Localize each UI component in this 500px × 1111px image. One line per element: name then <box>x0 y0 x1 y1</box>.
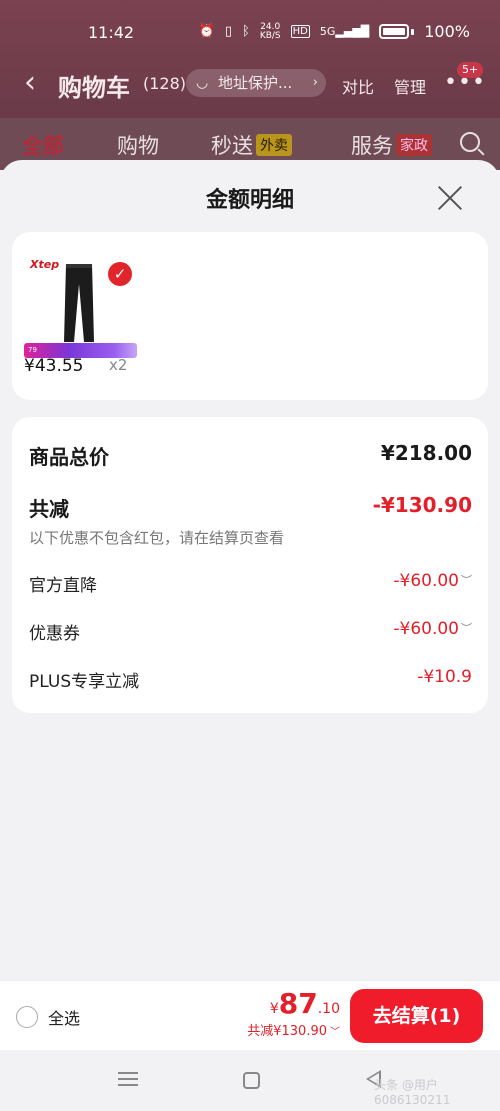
chevron-down-icon: ︶ <box>461 622 472 635</box>
select-all-radio[interactable] <box>16 1006 38 1028</box>
chevron-down-icon: ﹀ <box>330 1027 340 1038</box>
page-title: 购物车 <box>58 74 130 102</box>
tab-all[interactable]: 全部 <box>22 130 64 160</box>
status-bar: 11:42 ⏰ ▯ ᛒ 24.0 KB/S HD 5G▂▄▆█ 100% <box>0 0 500 64</box>
status-icons: ⏰ ▯ ᛒ 24.0 KB/S HD 5G▂▄▆█ 100% <box>199 22 470 41</box>
vibrate-icon: ▯ <box>224 24 232 39</box>
compare-button[interactable]: 对比 <box>342 74 374 98</box>
official-discount-label: 官方直降 <box>29 576 97 596</box>
tab-service[interactable]: 服务 家政 <box>351 130 432 160</box>
official-discount-value: -¥60.00 ︶ <box>393 571 472 591</box>
tab-service-tag: 家政 <box>396 134 432 156</box>
watermark: 头条 @用户6086130211 <box>374 1078 451 1107</box>
cart-count: (128) <box>143 74 187 93</box>
battery-tip <box>411 28 415 35</box>
home-icon[interactable] <box>243 1072 260 1089</box>
amount-detail-sheet: 金额明细 Xtep ✓ 79 ¥43.55 x2 商品总价 ¥218.00 共减… <box>0 160 500 1050</box>
tab-express[interactable]: 秒送 外卖 <box>211 130 292 160</box>
price-detail-card: 商品总价 ¥218.00 共减 -¥130.90 以下优惠不包含红包，请在结算页… <box>12 417 488 713</box>
total-label: 商品总价 <box>29 445 109 469</box>
menu-icon[interactable] <box>118 1072 138 1086</box>
sheet-title: 金额明细 <box>205 188 294 213</box>
cart-navbar: ‹ 购物车 (128) ◡ 地址保护... › 对比 管理 ••• 5+ <box>0 62 500 104</box>
select-all-label: 全选 <box>48 1009 81 1028</box>
product-card: Xtep ✓ 79 ¥43.55 x2 <box>12 232 488 400</box>
discount-label: 共减 <box>29 497 69 521</box>
status-time: 11:42 <box>88 23 135 42</box>
signal-icon: 5G▂▄▆█ <box>319 25 370 38</box>
chevron-left-icon[interactable]: ‹ <box>24 66 36 100</box>
more-badge: 5+ <box>457 62 484 78</box>
battery-icon <box>379 24 410 39</box>
address-protection-pill[interactable]: ◡ 地址保护... › <box>186 69 326 97</box>
product-price: ¥43.55 <box>24 356 84 376</box>
close-icon[interactable] <box>436 184 464 212</box>
plus-discount-label: PLUS专享立减 <box>29 672 140 692</box>
manage-button[interactable]: 管理 <box>394 74 426 98</box>
brand-logo: Xtep <box>30 258 60 271</box>
checkout-button[interactable]: 去结算(1) <box>350 989 483 1043</box>
discount-value: -¥130.90 <box>372 493 472 517</box>
total-amount: ¥87.10 <box>269 987 340 1020</box>
battery-percent: 100% <box>424 22 470 41</box>
checkout-bar: 全选 ¥87.10 共减¥130.90 ﹀ 去结算(1) <box>0 980 500 1050</box>
total-value: ¥218.00 <box>380 441 472 465</box>
search-icon[interactable] <box>460 132 480 152</box>
system-nav-bar: 头条 @用户6086130211 <box>0 1050 500 1111</box>
alarm-icon: ⏰ <box>198 24 215 39</box>
bluetooth-icon: ᛒ <box>242 24 250 39</box>
chevron-down-icon: ︶ <box>461 574 472 587</box>
hd-icon: HD <box>290 25 310 38</box>
select-all-toggle[interactable]: 全选 <box>16 1005 80 1029</box>
discount-note-text: 以下优惠不包含红包，请在结算页查看 <box>29 529 285 547</box>
smile-icon: ◡ <box>196 75 209 91</box>
coupon-value: -¥60.00 ︶ <box>393 619 472 639</box>
address-label: 地址保护... <box>218 74 293 92</box>
product-thumbnail[interactable]: Xtep ✓ 79 <box>24 254 137 362</box>
selected-check-icon[interactable]: ✓ <box>108 262 132 286</box>
net-speed: 24.0 KB/S <box>259 21 281 41</box>
product-quantity: x2 <box>109 356 128 374</box>
pants-image <box>64 264 94 342</box>
coupon-label: 优惠券 <box>29 624 80 644</box>
total-summary: ¥87.10 共减¥130.90 ﹀ <box>247 987 340 1039</box>
tab-service-label: 服务 <box>351 134 393 158</box>
tab-express-label: 秒送 <box>211 134 253 158</box>
chevron-right-icon: › <box>312 75 318 90</box>
tab-express-tag: 外卖 <box>256 134 292 156</box>
total-discount-toggle[interactable]: 共减¥130.90 ﹀ <box>247 1020 340 1039</box>
tab-shopping[interactable]: 购物 <box>117 130 159 160</box>
plus-discount-value: -¥10.9 <box>417 667 472 687</box>
